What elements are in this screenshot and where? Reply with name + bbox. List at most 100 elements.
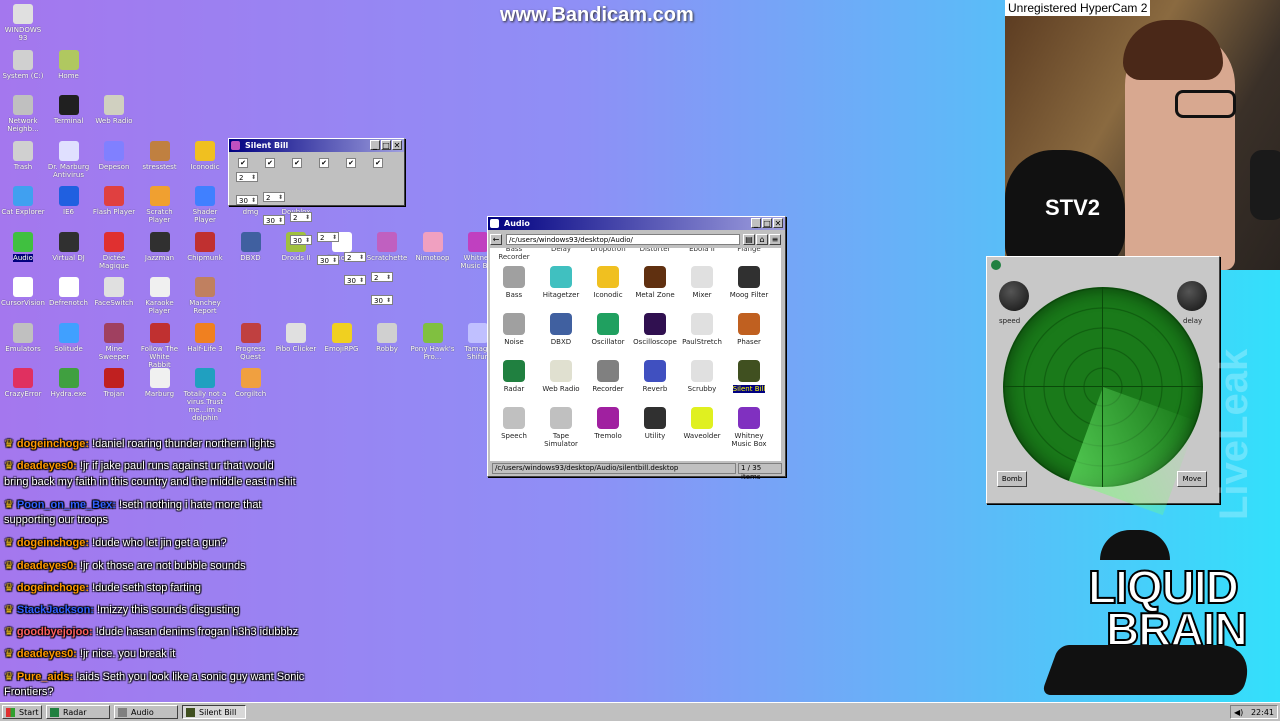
audio-app-icon[interactable]: Whitney Music Box <box>726 407 772 448</box>
desktop-icon[interactable]: Audio <box>1 231 45 262</box>
desktop-icon[interactable]: CrazyError <box>1 368 45 398</box>
taskbar-item[interactable]: Audio <box>114 705 178 719</box>
audio-app-icon[interactable]: Scrubby <box>679 360 725 393</box>
desktop-icon[interactable]: Scratchette <box>365 231 409 262</box>
desktop-icon[interactable]: Pibo Clicker <box>274 322 318 353</box>
desktop-icon[interactable]: Dr. Marburg Antivirus <box>47 140 91 179</box>
close-icon[interactable]: ✕ <box>773 218 783 228</box>
desktop-icon[interactable]: Chipmunk <box>183 231 227 262</box>
silent-bill-titlebar[interactable]: Silent Bill _ □ ✕ <box>229 139 404 152</box>
channel-value-stepper[interactable]: 2 <box>263 192 285 203</box>
desktop-icon[interactable]: Emulators <box>1 322 45 353</box>
audio-app-icon[interactable]: Oscilloscope <box>632 313 678 346</box>
desktop-icon[interactable]: Karaoke Player <box>138 277 182 315</box>
desktop-icon[interactable]: Solitude <box>47 322 91 353</box>
minimize-icon[interactable]: _ <box>370 140 380 150</box>
audio-app-icon[interactable]: Bass <box>491 266 537 299</box>
desktop-icon[interactable]: WINDOWS 93 <box>1 4 45 42</box>
audio-app-icon[interactable]: Phaser <box>726 313 772 346</box>
desktop-icon[interactable]: Virtual DJ <box>47 231 91 262</box>
desktop-icon[interactable]: Manchey Report <box>183 277 227 315</box>
audio-window[interactable]: Audio _ □ ✕ ← /c/users/windows93/desktop… <box>487 216 786 481</box>
channel-rate-stepper[interactable]: 30 <box>344 275 366 286</box>
audio-app-icon[interactable]: Reverb <box>632 360 678 393</box>
desktop-icon[interactable]: Marburg <box>138 368 182 398</box>
desktop-icon[interactable]: Totally not a virus.Trust me...im a dolp… <box>183 368 227 422</box>
radar-window[interactable]: speed delay Bomb Move <box>986 256 1220 516</box>
audio-app-icon[interactable]: Iconodic <box>585 266 631 299</box>
desktop-icon[interactable]: Network Neighb... <box>1 95 45 133</box>
audio-app-icon[interactable]: Recorder <box>585 360 631 393</box>
maximize-icon[interactable]: □ <box>381 140 391 150</box>
audio-app-icon[interactable]: Oscillator <box>585 313 631 346</box>
silent-bill-window[interactable]: Silent Bill _ □ ✕ ✔ 2 30 ✔ 2 30 ✔ 2 30 ✔ 2 30 ✔ 2 30 ✔ 2… <box>228 138 405 306</box>
channel-value-stepper[interactable]: 2 <box>236 172 258 183</box>
desktop-icon[interactable]: IE6 <box>47 186 91 216</box>
desktop-icon[interactable]: Scratch Player <box>138 186 182 224</box>
desktop-icon[interactable]: Follow The White Rabbit <box>138 322 182 369</box>
maximize-icon[interactable]: □ <box>762 218 772 228</box>
taskbar-item[interactable]: Silent Bill <box>182 705 246 719</box>
desktop-icon[interactable]: Robby <box>365 322 409 353</box>
channel-rate-stepper[interactable]: 30 <box>371 295 393 306</box>
desktop-icon[interactable]: Terminal <box>47 95 91 125</box>
desktop-icon[interactable]: Web Radio <box>92 95 136 125</box>
desktop-icon[interactable]: Jazzman <box>138 231 182 262</box>
audio-app-icon[interactable]: DBXD <box>538 313 584 346</box>
channel-checkbox[interactable]: ✔ <box>292 158 302 168</box>
folder-up-icon[interactable]: ▤ <box>743 234 755 245</box>
desktop-icon[interactable]: Trojan <box>92 368 136 398</box>
desktop-icon[interactable]: Mine Sweeper <box>92 322 136 361</box>
volume-icon[interactable]: ◀) <box>1234 706 1243 720</box>
channel-checkbox[interactable]: ✔ <box>319 158 329 168</box>
channel-checkbox[interactable]: ✔ <box>265 158 275 168</box>
audio-app-icon[interactable]: Silent Bill <box>726 360 772 393</box>
desktop-icon[interactable]: Corgiltch <box>229 368 273 398</box>
desktop-icon[interactable]: CursorVision <box>1 277 45 307</box>
bomb-button[interactable]: Bomb <box>997 471 1027 487</box>
channel-checkbox[interactable]: ✔ <box>238 158 248 168</box>
desktop-icon[interactable]: Iconodic <box>183 140 227 171</box>
channel-value-stepper[interactable]: 2 <box>344 252 366 263</box>
audio-app-icon[interactable]: Waveolder <box>679 407 725 440</box>
audio-app-icon[interactable]: Radar <box>491 360 537 393</box>
desktop-icon[interactable]: Progress Quest <box>229 322 273 361</box>
audio-app-icon[interactable]: Utility <box>632 407 678 440</box>
channel-rate-stepper[interactable]: 30 <box>317 255 339 266</box>
desktop-icon[interactable]: Hydra.exe <box>47 368 91 398</box>
channel-rate-stepper[interactable]: 30 <box>263 215 285 226</box>
audio-app-icon[interactable]: Tape Simulator <box>538 407 584 448</box>
channel-checkbox[interactable]: ✔ <box>346 158 356 168</box>
desktop-icon[interactable]: DBXD <box>229 231 273 262</box>
desktop-icon[interactable]: Nimotoop <box>411 231 455 262</box>
menu-icon[interactable]: ≡ <box>769 234 781 245</box>
audio-app-icon[interactable]: Mixer <box>679 266 725 299</box>
desktop-icon[interactable]: Flash Player <box>92 186 136 216</box>
delay-knob[interactable] <box>1177 281 1207 311</box>
desktop-icon[interactable]: Depeson <box>92 140 136 171</box>
audio-app-icon[interactable]: Noise <box>491 313 537 346</box>
start-button[interactable]: Start <box>2 705 42 719</box>
desktop-icon[interactable]: System (C:) <box>1 49 45 80</box>
audio-app-icon[interactable]: Moog Filter <box>726 266 772 299</box>
desktop-icon[interactable]: Cat Explorer <box>1 186 45 216</box>
desktop-icon[interactable]: EmojiRPG <box>320 322 364 353</box>
speed-knob[interactable] <box>999 281 1029 311</box>
audio-app-icon[interactable]: Metal Zone <box>632 266 678 299</box>
desktop-icon[interactable]: Defrenotch <box>47 277 91 307</box>
audio-app-icon[interactable]: Hitagetzer <box>538 266 584 299</box>
channel-value-stepper[interactable]: 2 <box>317 232 339 243</box>
audio-app-icon[interactable]: Web Radio <box>538 360 584 393</box>
audio-titlebar[interactable]: Audio _ □ ✕ <box>488 217 785 230</box>
audio-file-view[interactable]: Bass Recorder Delay Dropotron Distorter Ebol… <box>490 248 781 461</box>
channel-value-stepper[interactable]: 2 <box>371 272 393 283</box>
desktop-icon[interactable]: Pony Hawk's Pro... <box>411 322 455 361</box>
address-bar[interactable]: /c/users/windows93/desktop/Audio/ <box>506 234 740 245</box>
taskbar-item[interactable]: Radar <box>46 705 110 719</box>
channel-checkbox[interactable]: ✔ <box>373 158 383 168</box>
radar-screen[interactable] <box>1003 287 1203 516</box>
channel-value-stepper[interactable]: 2 <box>290 212 312 223</box>
desktop-icon[interactable]: Home <box>47 49 91 80</box>
minimize-icon[interactable]: _ <box>751 218 761 228</box>
close-icon[interactable]: ✕ <box>392 140 402 150</box>
